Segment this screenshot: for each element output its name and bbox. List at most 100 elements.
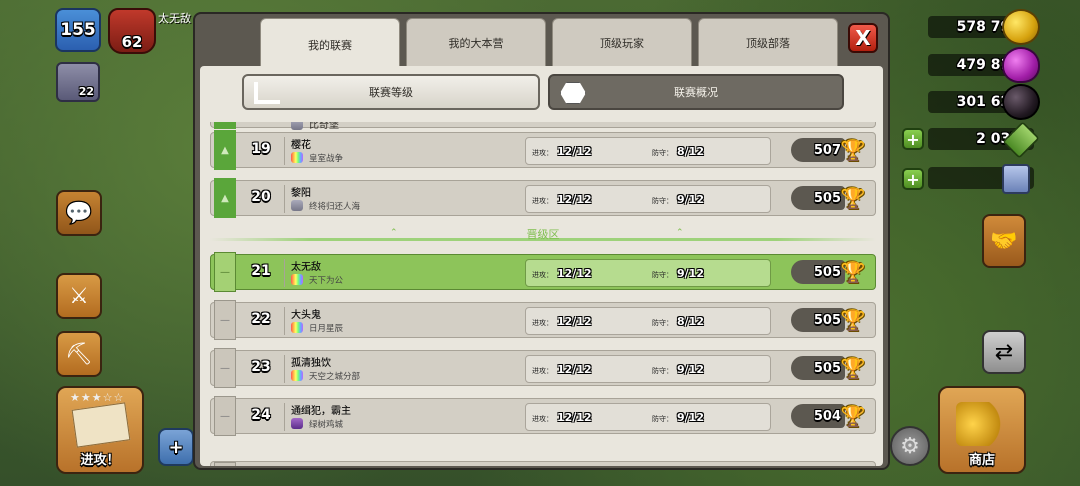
row-rank: 23 <box>251 359 271 375</box>
row-player-name: 孤清独饮 <box>291 358 331 369</box>
friend-request-button[interactable]: 🤝 <box>982 214 1026 268</box>
row-clan-name: 终将归还人海 <box>291 200 360 212</box>
plus-icon: + <box>168 436 184 458</box>
row-trophies: 504 <box>791 404 845 428</box>
table-row[interactable]: — 23 孤清独饮 天空之城分部 进攻： 12/12 防守： 9/12 505 🏆 <box>210 348 876 388</box>
war-button[interactable]: ⚔ <box>56 273 102 319</box>
league-level-value: 22 <box>78 85 94 98</box>
league-panel: 我的联赛 我的大本营 顶级玩家 顶级部落 X 联赛等级 联赛概况 比奇堡 ▲ 1… <box>193 12 890 470</box>
league-badge[interactable]: 22 <box>56 62 100 102</box>
attack-stat: 进攻： 12/12 <box>532 315 592 328</box>
row-trophies: 505 <box>791 260 845 284</box>
table-row[interactable]: — 24 通缉犯，霸主 绿树鸡城 进攻： 12/12 防守： 9/12 504 🏆 <box>210 396 876 436</box>
attack-stat: 进攻： 12/12 <box>532 363 592 376</box>
table-row[interactable]: — 22 大头鬼 日月星辰 进攻： 12/12 防守： 8/12 505 🏆 <box>210 300 876 340</box>
shop-button[interactable]: 商店 <box>938 386 1026 474</box>
league-tiers-label: 联赛等级 <box>369 86 413 99</box>
promotion-zone-divider: ⌃ 晋级区 ⌃ <box>210 226 876 242</box>
tab-my-village[interactable]: 我的大本营 <box>406 18 546 66</box>
row-rank: 22 <box>251 311 271 327</box>
ranking-list[interactable]: 比奇堡 ▲ 19 樱花 皇室战争 进攻： 12/12 防守： 8/12 507 🏆 … <box>210 122 876 466</box>
edit-layout-button[interactable]: ⇄ <box>982 330 1026 374</box>
tab-my-league[interactable]: 我的联赛 <box>260 18 400 70</box>
plus-icon: + <box>906 169 920 189</box>
elixir-drop-icon <box>1002 47 1040 83</box>
trophy-icon: 🏆 <box>840 308 866 332</box>
no-change-icon: — <box>214 396 236 436</box>
xp-level-value: 155 <box>60 20 96 40</box>
trophy-count-value: 62 <box>121 33 143 51</box>
buy-gems-button[interactable]: + <box>902 128 924 150</box>
row-clan-name: 皇室战争 <box>291 152 343 164</box>
trophy-icon: 🏆 <box>840 404 866 428</box>
builder-icon: ⛏ <box>65 341 93 367</box>
chat-button[interactable]: 💬 <box>56 190 102 236</box>
row-trophies: 507 <box>791 138 845 162</box>
shop-label: 商店 <box>968 453 995 468</box>
row-stats: 进攻： 12/12 防守： 8/12 <box>525 137 771 165</box>
player-name: 太无敌 <box>158 12 191 25</box>
row-clan-name: 天下为公 <box>291 274 343 286</box>
no-change-icon: — <box>214 348 236 388</box>
table-row[interactable]: 比奇堡 <box>210 122 876 131</box>
attack-stat: 进攻： 12/12 <box>532 193 592 206</box>
clan-badge-icon <box>291 322 303 333</box>
hammer-coins-icon <box>956 402 1012 446</box>
clan-badge-icon <box>291 152 303 163</box>
league-tiers-button[interactable]: 联赛等级 <box>242 74 540 110</box>
defense-stat: 防守： 9/12 <box>652 411 704 424</box>
gear-icon: ⚙ <box>900 433 920 459</box>
hexagon-icon <box>560 82 586 104</box>
plus-icon: + <box>906 129 920 149</box>
promotion-marker <box>214 122 236 129</box>
buy-tickets-button[interactable]: + <box>902 168 924 190</box>
tab-top-clans[interactable]: 顶级部落 <box>698 18 838 66</box>
row-rank: 19 <box>251 141 271 157</box>
crossed-swords-icon: ⚔ <box>69 283 89 309</box>
table-row[interactable]: ▲ 19 樱花 皇室战争 进攻： 12/12 防守： 8/12 507 🏆 <box>210 130 876 170</box>
attack-button[interactable]: ★★★☆☆ 进攻！ <box>56 386 144 474</box>
gem-icon <box>1002 121 1040 159</box>
settings-button[interactable]: ⚙ <box>890 426 930 466</box>
row-stats: 进攻： 12/12 防守： 8/12 <box>525 307 771 335</box>
row-player-name: 通缉犯，霸主 <box>291 406 351 417</box>
promotion-arrow-icon: ▲ <box>214 178 236 218</box>
row-stats: 进攻： 12/12 防守： 9/12 <box>525 259 771 287</box>
defense-stat: 防守： 8/12 <box>652 145 704 158</box>
trophy-icon: 🏆 <box>840 138 866 162</box>
gold-coin-icon <box>1002 9 1040 45</box>
row-rank: 24 <box>251 407 271 423</box>
attack-stat: 进攻： 12/12 <box>532 411 592 424</box>
row-clan-name: 比奇堡 <box>291 122 339 131</box>
xp-level-badge[interactable]: 155 <box>55 8 101 52</box>
attack-stat: 进攻： 12/12 <box>532 267 592 280</box>
league-overview-label: 联赛概况 <box>674 86 718 99</box>
row-clan-name: 日月星辰 <box>291 322 343 334</box>
row-clan-name: 绿树鸡城 <box>291 418 343 430</box>
defense-stat: 防守： 9/12 <box>652 363 704 376</box>
trophy-badge[interactable]: 62 <box>108 8 156 54</box>
raid-stars: ★★★☆☆ <box>70 391 125 404</box>
tab-top-players[interactable]: 顶级玩家 <box>552 18 692 66</box>
table-row-current-player[interactable]: — 21 太无敌 天下为公 进攻： 12/12 防守： 9/12 505 🏆 <box>210 252 876 292</box>
table-row[interactable]: ▲ 20 黎阳 终将归还人海 进攻： 12/12 防守： 9/12 505 🏆 <box>210 178 876 218</box>
trophy-icon: 🏆 <box>840 186 866 210</box>
trophy-icon: 🏆 <box>840 356 866 380</box>
builder-base-button[interactable]: ⛏ <box>56 331 102 377</box>
league-overview-button[interactable]: 联赛概况 <box>548 74 844 110</box>
clan-badge-icon <box>291 200 303 211</box>
bar-chart-icon <box>254 82 280 104</box>
close-button[interactable]: X <box>848 23 878 53</box>
clan-badge-icon <box>291 122 303 130</box>
row-player-name: 大头鬼 <box>291 310 321 321</box>
shield-plus-button[interactable]: + <box>158 428 194 466</box>
table-row[interactable] <box>210 461 876 466</box>
divider <box>284 403 285 431</box>
row-trophies: 505 <box>791 356 845 380</box>
divider <box>284 259 285 287</box>
clan-badge-icon <box>291 274 303 285</box>
chat-icon: 💬 <box>65 200 93 226</box>
no-change-icon: — <box>214 300 236 340</box>
move-arrows-icon: ⇄ <box>994 339 1014 365</box>
handshake-icon: 🤝 <box>990 228 1018 254</box>
